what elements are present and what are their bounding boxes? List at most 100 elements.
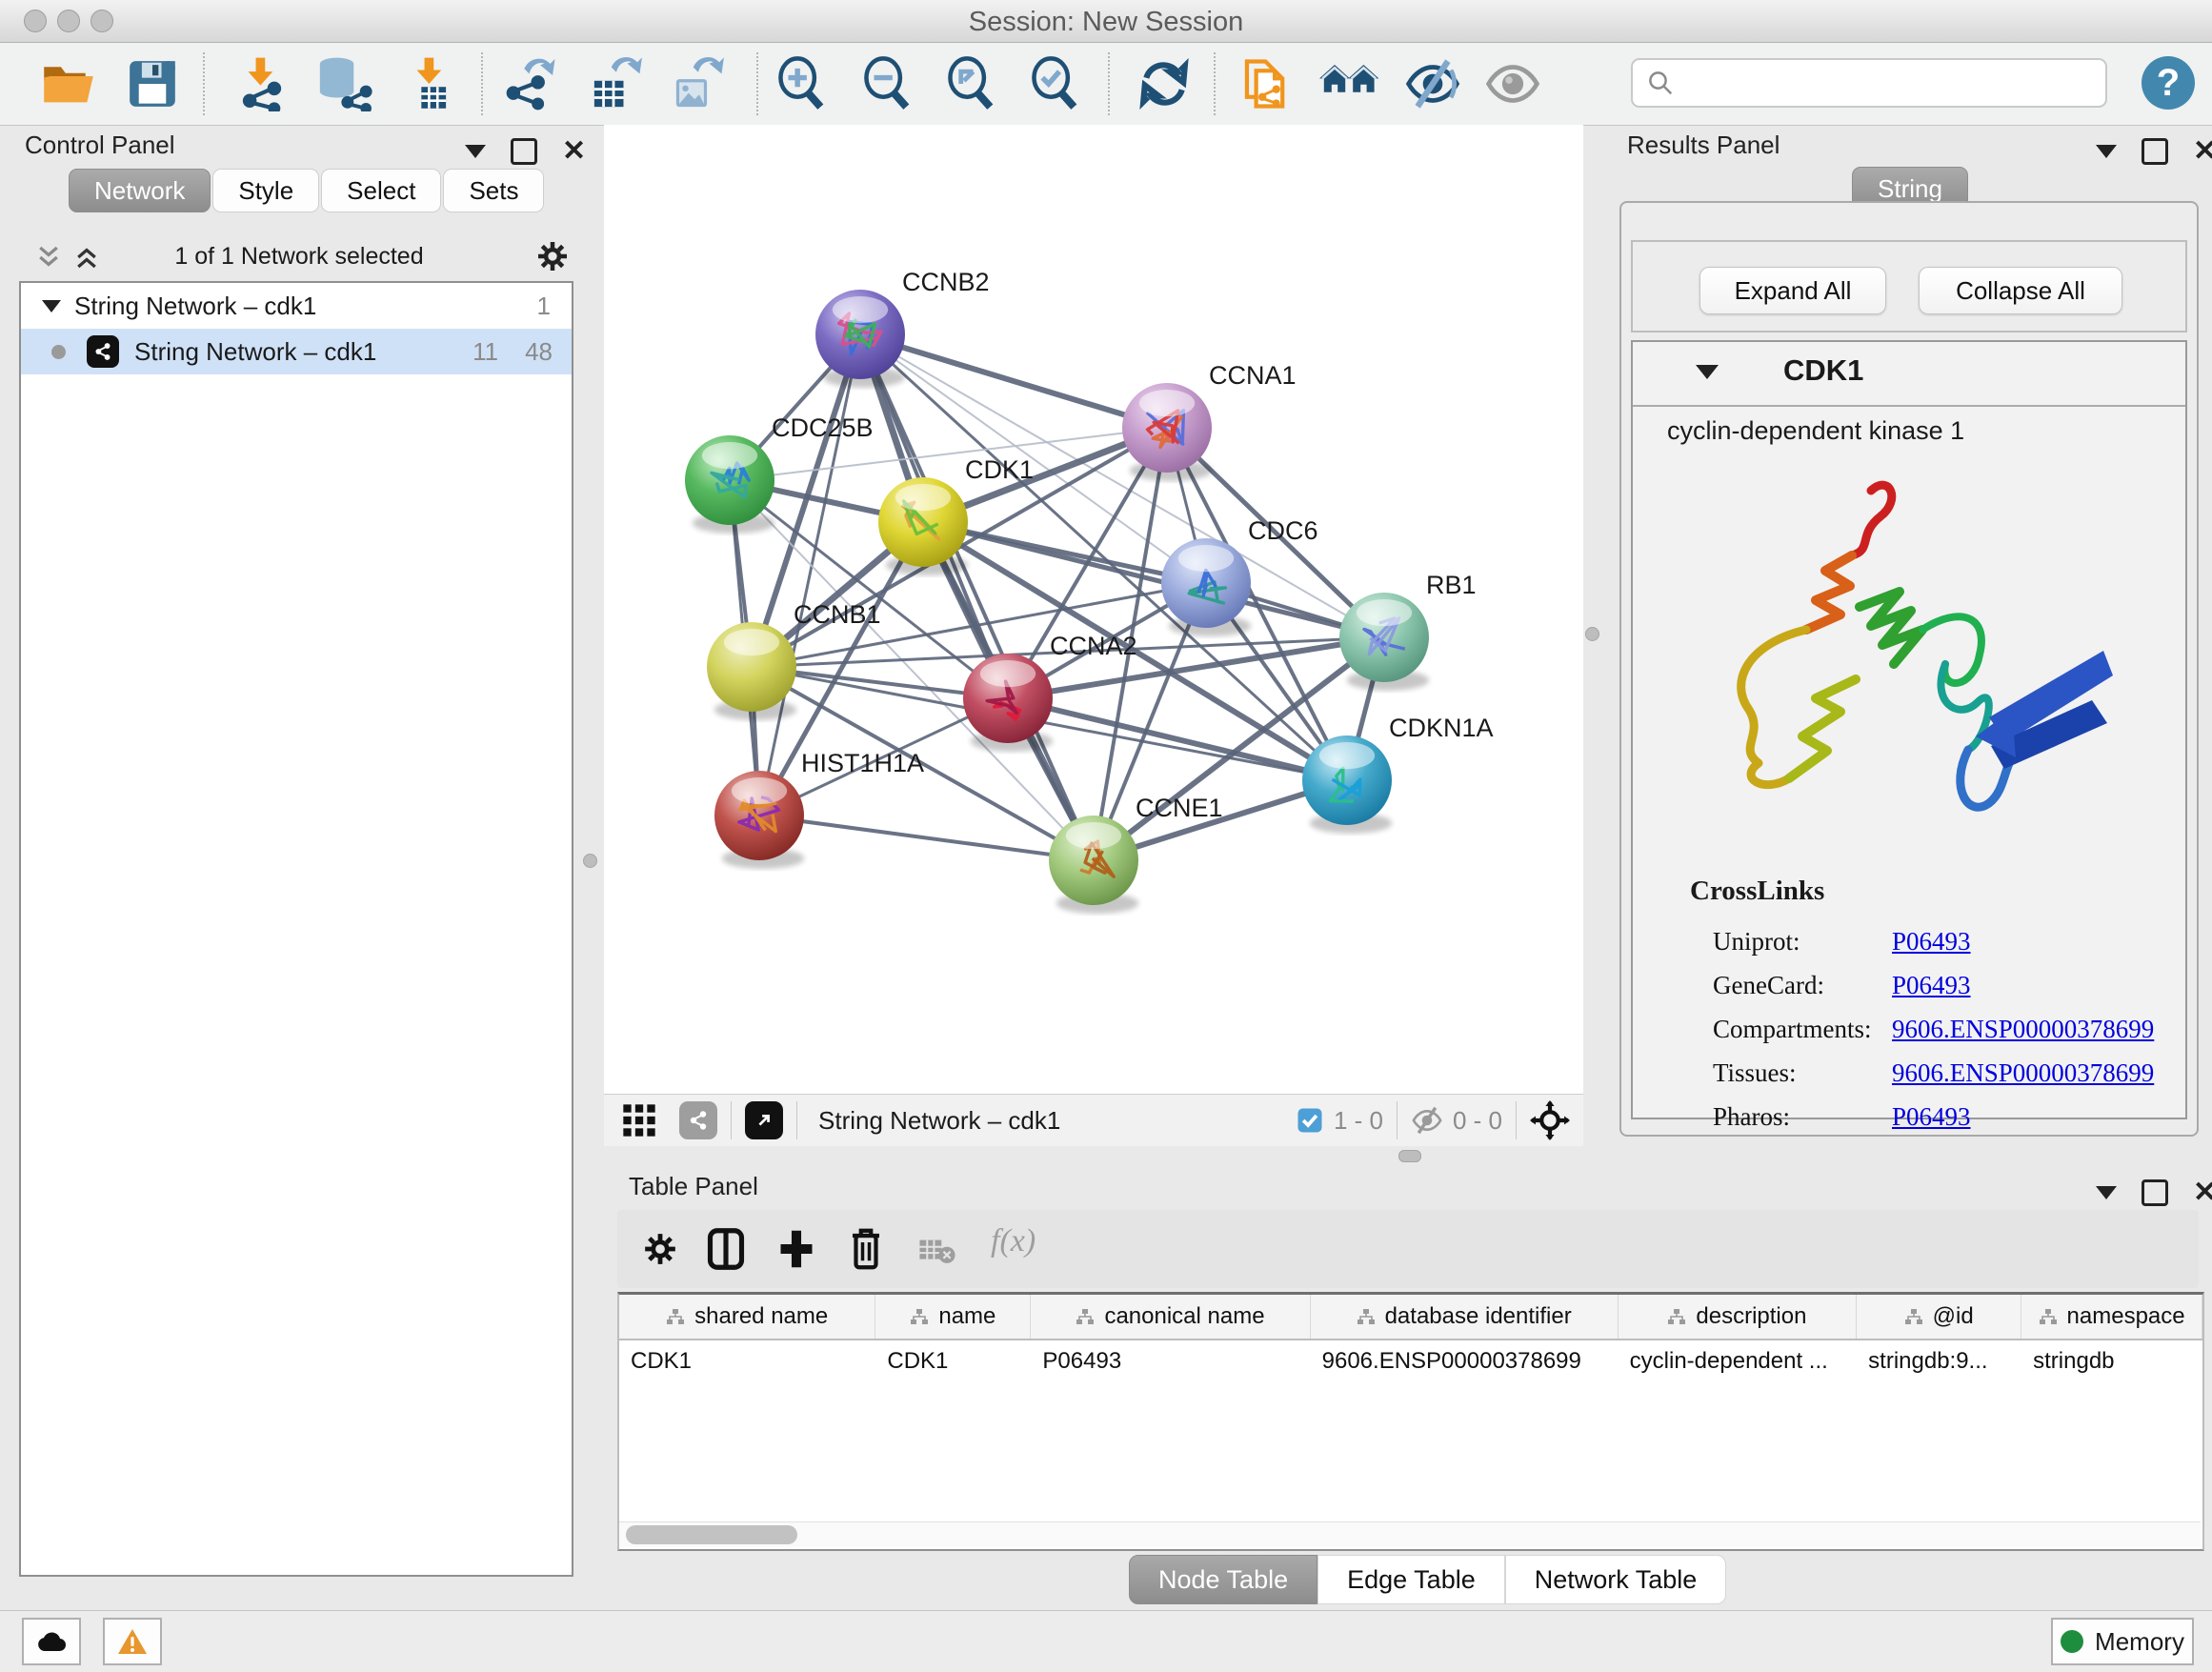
- network-canvas[interactable]: CCNB2CCNA1CDC25BCDK1CDC6RB1CCNB1CCNA2CDK…: [604, 125, 1583, 1094]
- hidden-eye-icon[interactable]: [1411, 1106, 1443, 1135]
- search-input[interactable]: [1675, 68, 2079, 99]
- function-builder-icon: f(x): [991, 1223, 1036, 1259]
- table-panel: Table Panel ✕ f(x) shared namenamecanoni…: [604, 1160, 2212, 1610]
- network-node-HIST1H1A[interactable]: HIST1H1A: [714, 749, 924, 869]
- show-all-icon[interactable]: [1482, 55, 1543, 112]
- table-panel-float-icon[interactable]: [2142, 1179, 2168, 1206]
- copy-network-icon[interactable]: [1237, 55, 1297, 112]
- network-edge[interactable]: [860, 334, 1167, 428]
- save-session-icon[interactable]: [122, 55, 183, 112]
- table-cell[interactable]: CDK1: [875, 1340, 1031, 1382]
- zoom-fit-icon[interactable]: [941, 55, 1002, 112]
- tab-style[interactable]: Style: [212, 169, 319, 212]
- column-header-canonical-name[interactable]: canonical name: [1031, 1295, 1310, 1339]
- import-network-file-icon[interactable]: [231, 55, 292, 112]
- table-cell[interactable]: 9606.ENSP00000378699: [1311, 1340, 1619, 1382]
- tab-select[interactable]: Select: [321, 169, 441, 212]
- scrollbar-thumb[interactable]: [626, 1525, 797, 1544]
- apply-layout-icon[interactable]: [1134, 55, 1195, 112]
- network-node-CDK1[interactable]: CDK1: [878, 455, 1034, 575]
- string-home-icon[interactable]: [1319, 55, 1380, 112]
- vertical-splitter-handle[interactable]: [583, 854, 597, 868]
- help-button[interactable]: ?: [2142, 56, 2195, 110]
- table-cell[interactable]: stringdb: [2021, 1340, 2202, 1382]
- zoom-in-icon[interactable]: [772, 55, 833, 112]
- table-panel-collapse-icon[interactable]: [2096, 1186, 2117, 1199]
- column-header-namespace[interactable]: namespace: [2021, 1295, 2202, 1339]
- vertical-splitter-handle[interactable]: [1585, 627, 1599, 641]
- tab-network-table[interactable]: Network Table: [1505, 1555, 1727, 1604]
- export-table-icon[interactable]: [583, 55, 644, 112]
- import-table-file-icon[interactable]: [400, 55, 461, 112]
- network-row[interactable]: String Network – cdk1 11 48: [21, 329, 572, 374]
- table-cell[interactable]: cyclin-dependent ...: [1619, 1340, 1857, 1382]
- hide-selected-icon[interactable]: [1402, 55, 1463, 112]
- network-node-CCNB2[interactable]: CCNB2: [815, 268, 990, 388]
- tab-node-table[interactable]: Node Table: [1129, 1555, 1317, 1604]
- warning-status-button[interactable]: [103, 1618, 162, 1665]
- crosslink-link[interactable]: P06493: [1892, 927, 1971, 957]
- zoom-out-icon[interactable]: [857, 55, 918, 112]
- zoom-selected-icon[interactable]: [1025, 55, 1086, 112]
- import-network-database-icon[interactable]: [312, 55, 373, 112]
- add-column-icon[interactable]: [775, 1227, 817, 1271]
- network-node-CCNE1[interactable]: CCNE1: [1049, 794, 1223, 914]
- birdseye-view-icon[interactable]: [745, 1101, 783, 1139]
- network-edge[interactable]: [759, 816, 1094, 860]
- network-node-CDC6[interactable]: CDC6: [1161, 516, 1318, 636]
- expand-all-button[interactable]: Expand All: [1699, 267, 1886, 314]
- tab-network[interactable]: Network: [69, 169, 211, 212]
- delete-column-trash-icon[interactable]: [846, 1225, 886, 1273]
- control-panel-float-icon[interactable]: [511, 138, 537, 165]
- table-cell[interactable]: stringdb:9...: [1857, 1340, 2021, 1382]
- table-cell[interactable]: P06493: [1031, 1340, 1310, 1382]
- protein-section-header[interactable]: CDK1: [1633, 342, 2185, 407]
- network-node-CDKN1A[interactable]: CDKN1A: [1302, 714, 1494, 834]
- table-horizontal-scrollbar[interactable]: [619, 1521, 2201, 1547]
- column-header-description[interactable]: description: [1619, 1295, 1858, 1339]
- network-edge[interactable]: [860, 334, 1094, 860]
- column-header-@id[interactable]: @id: [1857, 1295, 2021, 1339]
- crosslink-row: Uniprot:P06493: [1713, 919, 2161, 963]
- table-settings-gear-icon[interactable]: [642, 1231, 678, 1267]
- memory-button[interactable]: Memory: [2051, 1618, 2194, 1665]
- table-row[interactable]: CDK1CDK1P064939606.ENSP00000378699cyclin…: [619, 1340, 2202, 1382]
- results-panel-collapse-icon[interactable]: [2096, 145, 2117, 158]
- table-cell[interactable]: CDK1: [619, 1340, 875, 1382]
- export-network-icon[interactable]: [498, 55, 559, 112]
- show-columns-icon[interactable]: [705, 1227, 747, 1271]
- collapse-all-button[interactable]: Collapse All: [1919, 267, 2122, 314]
- crosslink-link[interactable]: 9606.ENSP00000378699: [1892, 1015, 2154, 1044]
- gear-icon[interactable]: [535, 239, 570, 273]
- crosslink-link[interactable]: 9606.ENSP00000378699: [1892, 1058, 2154, 1088]
- network-node-RB1[interactable]: RB1: [1339, 571, 1477, 691]
- cloud-status-button[interactable]: [22, 1618, 81, 1665]
- search-field[interactable]: [1631, 58, 2107, 108]
- crosslink-link[interactable]: P06493: [1892, 971, 1971, 1000]
- network-node-CCNA1[interactable]: CCNA1: [1122, 361, 1297, 481]
- column-header-database-identifier[interactable]: database identifier: [1311, 1295, 1619, 1339]
- selected-checkbox-icon[interactable]: [1296, 1106, 1324, 1135]
- tab-edge-table[interactable]: Edge Table: [1317, 1555, 1505, 1604]
- tab-sets[interactable]: Sets: [443, 169, 544, 212]
- crosslink-row: Pharos:P06493: [1713, 1095, 2161, 1138]
- grid-view-icon[interactable]: [620, 1101, 658, 1139]
- network-node-CCNB1[interactable]: CCNB1: [707, 600, 881, 720]
- network-edge[interactable]: [759, 334, 860, 816]
- pan-crosshair-icon[interactable]: [1530, 1100, 1570, 1140]
- crosslink-link[interactable]: P06493: [1892, 1102, 1971, 1132]
- table-panel-close-icon[interactable]: ✕: [2193, 1176, 2212, 1209]
- network-node-count: 11: [473, 337, 498, 367]
- network-share-view-icon[interactable]: [679, 1101, 717, 1139]
- column-header-shared-name[interactable]: shared name: [619, 1295, 875, 1339]
- export-image-icon[interactable]: [665, 55, 726, 112]
- open-session-icon[interactable]: [38, 55, 99, 112]
- results-panel-float-icon[interactable]: [2142, 138, 2168, 165]
- network-collection-row[interactable]: String Network – cdk1 1: [21, 283, 572, 329]
- protein-expand-icon[interactable]: [1696, 365, 1719, 379]
- results-panel-close-icon[interactable]: ✕: [2193, 134, 2212, 168]
- column-header-name[interactable]: name: [875, 1295, 1031, 1339]
- collection-expand-icon[interactable]: [42, 300, 61, 312]
- control-panel-close-icon[interactable]: ✕: [562, 134, 586, 168]
- control-panel-collapse-icon[interactable]: [465, 145, 486, 158]
